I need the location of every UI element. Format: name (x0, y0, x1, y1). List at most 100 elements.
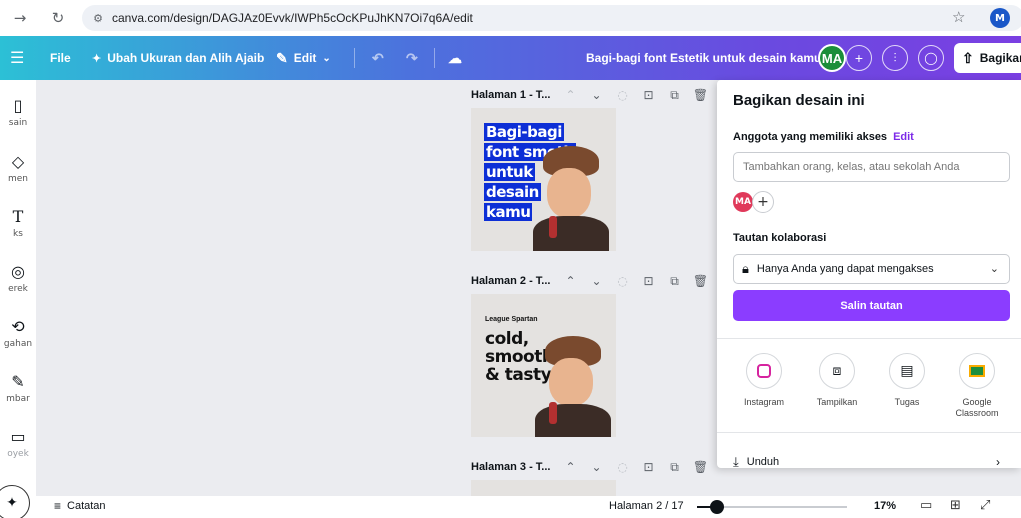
page-2-label[interactable]: Halaman 2 - T... (471, 275, 550, 287)
chevron-right-icon: › (996, 455, 1000, 468)
child-photo (531, 146, 616, 251)
resize-button[interactable]: ✦ Ubah Ukuran dan Alih Ajaib (92, 36, 264, 80)
lock-icon[interactable]: ⊡ (638, 88, 658, 102)
bookmark-star-icon[interactable]: ☆ (952, 8, 965, 26)
collaborator-avatar[interactable]: MA (818, 44, 846, 72)
copy-link-button[interactable]: Salin tautan (733, 290, 1010, 321)
move-down-icon[interactable]: ⌄ (586, 460, 606, 474)
edit-label: Edit (293, 51, 317, 65)
reload-icon[interactable]: ↻ (46, 6, 70, 30)
child-photo (533, 336, 616, 437)
document-title[interactable]: Bagi-bagi font Estetik untuk desain kamu (586, 36, 821, 80)
cloud-saved-icon[interactable]: ☁ (448, 36, 462, 80)
sidebar-item-text[interactable]: T ks (0, 207, 36, 239)
add-collaborator-icon[interactable]: + (846, 45, 872, 71)
sidebar-item-projects[interactable]: ▭ oyek (0, 427, 36, 459)
comment-icon[interactable]: ◯ (918, 45, 944, 71)
zoom-level[interactable]: 17% (874, 500, 896, 512)
share-app-instagram[interactable]: Instagram (729, 353, 799, 408)
magic-assistant-icon[interactable]: ✦ (0, 485, 30, 518)
document-icon: ▤ (889, 353, 925, 389)
move-up-icon[interactable]: ⌃ (560, 274, 580, 288)
hide-page-icon[interactable]: ◌ (612, 274, 632, 288)
pencil-icon: ✎ (276, 49, 288, 66)
share-app-present[interactable]: ⧈ Tampilkan (802, 353, 872, 408)
profile-avatar[interactable]: M (990, 8, 1010, 28)
draw-pen-icon: ✎ (11, 372, 25, 391)
edit-mode-button[interactable]: ✎ Edit ⌄ (276, 36, 331, 80)
forward-icon[interactable]: → (8, 6, 32, 30)
page-3-thumbnail[interactable] (471, 480, 616, 496)
duplicate-icon[interactable]: ⧉ (664, 88, 684, 103)
grid-view-icon[interactable]: ⊞ (950, 498, 961, 513)
collab-link-label: Tautan kolaborasi (733, 232, 827, 244)
menu-icon[interactable]: ☰ (10, 36, 24, 80)
trash-icon[interactable]: 🗑 (690, 88, 710, 102)
redo-icon[interactable]: ↷ (406, 36, 418, 80)
sidebar-item-uploads[interactable]: ⟲ gahan (0, 317, 36, 349)
add-people-input[interactable] (733, 152, 1010, 182)
link-access-select[interactable]: 🔒︎ Hanya Anda yang dapat mengakses ⌄ (733, 254, 1010, 284)
access-label: Anggota yang memiliki akses (733, 131, 888, 143)
sidebar-item-design[interactable]: ▯ sain (0, 96, 36, 128)
add-member-icon[interactable]: + (752, 191, 774, 213)
file-menu[interactable]: File (50, 36, 71, 80)
sparkle-icon: ✦ (92, 52, 102, 65)
move-down-icon[interactable]: ⌄ (586, 88, 606, 102)
page-1-label[interactable]: Halaman 1 - T... (471, 89, 550, 101)
trash-icon[interactable]: 🗑 (690, 274, 710, 288)
access-edit-link[interactable]: Edit (893, 131, 914, 143)
page-counter[interactable]: Halaman 2 / 17 (609, 500, 684, 512)
download-icon: ⤓ (733, 454, 739, 468)
instagram-icon (746, 353, 782, 389)
page-1-thumbnail[interactable]: Bagi-bagi font smoth untuk desain kamu (471, 108, 616, 251)
sidebar-item-elements[interactable]: ◇ men (0, 152, 36, 184)
upload-cloud-icon: ⟲ (11, 317, 25, 336)
resize-label: Ubah Ukuran dan Alih Ajaib (107, 51, 265, 65)
move-up-icon[interactable]: ⌃ (560, 460, 580, 474)
toolbar-divider (354, 48, 355, 68)
headline-line: Bagi-bagi (484, 123, 564, 141)
duplicate-icon[interactable]: ⧉ (664, 460, 684, 475)
panel-divider (717, 338, 1021, 339)
sidebar-item-draw[interactable]: ✎ mbar (0, 372, 36, 404)
hide-page-icon[interactable]: ◌ (612, 88, 632, 102)
share-panel: Bagikan desain ini Anggota yang memiliki… (717, 80, 1021, 468)
chevron-down-icon: ⌄ (989, 263, 999, 275)
url-text: canva.com/design/DAGJAz0Evvk/IWPh5cOcKPu… (112, 11, 473, 25)
sidebar-item-brand[interactable]: ◎ erek (0, 262, 36, 294)
page-view-icon[interactable]: ▭ (920, 498, 932, 513)
notes-icon: ≡ (54, 499, 62, 513)
share-label: Bagikan (979, 51, 1021, 65)
font-name-caption: League Spartan (485, 316, 538, 323)
page-row-1: Halaman 1 - T... ⌃ ⌄ ◌ ⊡ ⧉ 🗑 (471, 84, 716, 106)
zoom-slider-handle[interactable] (710, 500, 725, 514)
lock-icon[interactable]: ⊡ (638, 460, 658, 474)
slogan-line: cold, (485, 329, 529, 349)
undo-icon[interactable]: ↶ (372, 36, 384, 80)
share-button[interactable]: ⇧ Bagikan (954, 43, 1021, 73)
editor-toolbar: ☰ File ✦ Ubah Ukuran dan Alih Ajaib ✎ Ed… (0, 36, 1021, 80)
duplicate-icon[interactable]: ⧉ (664, 274, 684, 289)
hide-page-icon[interactable]: ◌ (612, 460, 632, 474)
headline-line: untuk (484, 163, 535, 181)
layout-icon: ▯ (13, 96, 23, 115)
share-app-assignment[interactable]: ▤ Tugas (872, 353, 942, 408)
site-settings-icon[interactable]: ⚙ (88, 8, 108, 28)
share-app-google-classroom[interactable]: Google Classroom (942, 353, 1012, 419)
shapes-icon: ◇ (11, 152, 25, 171)
insights-chart-icon[interactable]: ⫶ (882, 45, 908, 71)
google-classroom-icon (959, 353, 995, 389)
move-down-icon[interactable]: ⌄ (586, 274, 606, 288)
member-avatar[interactable]: MA (733, 192, 753, 212)
trash-icon[interactable]: 🗑 (690, 460, 710, 474)
notes-button[interactable]: ≡ Catatan (54, 499, 106, 513)
lock-icon[interactable]: ⊡ (638, 274, 658, 288)
panel-divider (717, 432, 1021, 433)
page-2-thumbnail[interactable]: League Spartan cold, smooth & tasty. (471, 294, 616, 437)
fullscreen-icon[interactable]: ⤢ (980, 498, 990, 513)
page-3-label[interactable]: Halaman 3 - T... (471, 461, 550, 473)
move-up-icon[interactable]: ⌃ (560, 88, 580, 102)
download-row[interactable]: ⤓ Unduh › (733, 454, 1010, 468)
address-bar[interactable]: ⚙ canva.com/design/DAGJAz0Evvk/IWPh5cOcK… (82, 5, 1021, 31)
